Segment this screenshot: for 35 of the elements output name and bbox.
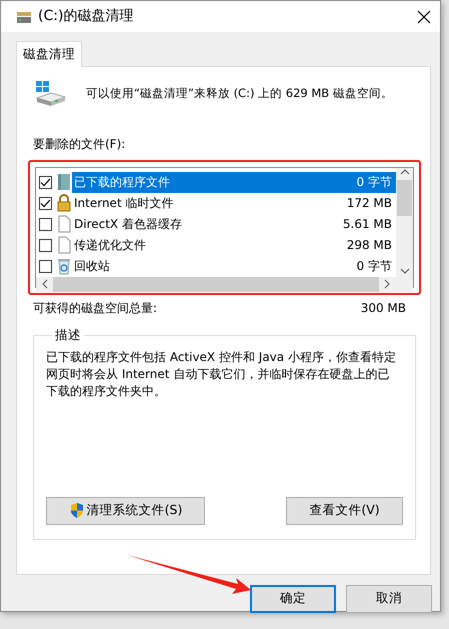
scrollbar-thumb[interactable]: [397, 180, 412, 216]
group-title: 描述: [54, 328, 82, 342]
checkbox[interactable]: [39, 260, 52, 273]
file-item[interactable]: 回收站 0 字节: [72, 256, 396, 277]
total-value: 300 MB: [360, 300, 406, 317]
folder-icon: [56, 173, 72, 192]
checkbox[interactable]: [39, 238, 52, 252]
file-icon: [56, 215, 72, 234]
checkbox[interactable]: [39, 218, 52, 231]
total-label: 可获得的磁盘空间总量:: [33, 300, 158, 317]
clean-system-files-button[interactable]: 清理系统文件(S): [46, 496, 205, 525]
shield-icon: [68, 502, 85, 520]
view-files-button[interactable]: 查看文件(V): [286, 496, 403, 525]
scroll-right-icon: [384, 279, 390, 290]
close-icon[interactable]: [416, 8, 432, 24]
ok-button[interactable]: 确定: [250, 584, 336, 613]
checkbox[interactable]: [39, 196, 52, 210]
description-text: 已下载的程序文件包括 ActiveX 控件和 Java 小程序，你查看特定网页时将会从 Internet 自动下载它们，并临时保存在硬盘上的已下载的程序文件夹中。: [46, 349, 397, 400]
recycle-bin-icon: [56, 257, 72, 276]
file-icon: [56, 236, 72, 254]
list-label: 要删除的文件(F):: [33, 136, 126, 153]
scroll-left-icon: [42, 279, 48, 290]
scrollbar-thumb[interactable]: [53, 276, 379, 292]
drive-icon: [35, 80, 66, 107]
file-item[interactable]: 传递优化文件 298 MB: [72, 234, 396, 256]
checkbox[interactable]: [39, 176, 52, 189]
lock-icon: [56, 194, 72, 212]
window-title: (C:)的磁盘清理: [38, 7, 134, 26]
file-item[interactable]: 已下载的程序文件 0 字节: [72, 172, 396, 193]
drive-icon: [16, 10, 32, 24]
file-item[interactable]: Internet 临时文件 172 MB: [72, 192, 396, 214]
tab[interactable]: 磁盘清理: [16, 41, 82, 67]
file-item[interactable]: DirectX 着色器缓存 5.61 MB: [72, 214, 396, 235]
cancel-button[interactable]: 取消: [346, 584, 432, 613]
intro-text: 可以使用“磁盘清理”来释放 (C:) 上的 629 MB 磁盘空间。: [86, 84, 393, 102]
